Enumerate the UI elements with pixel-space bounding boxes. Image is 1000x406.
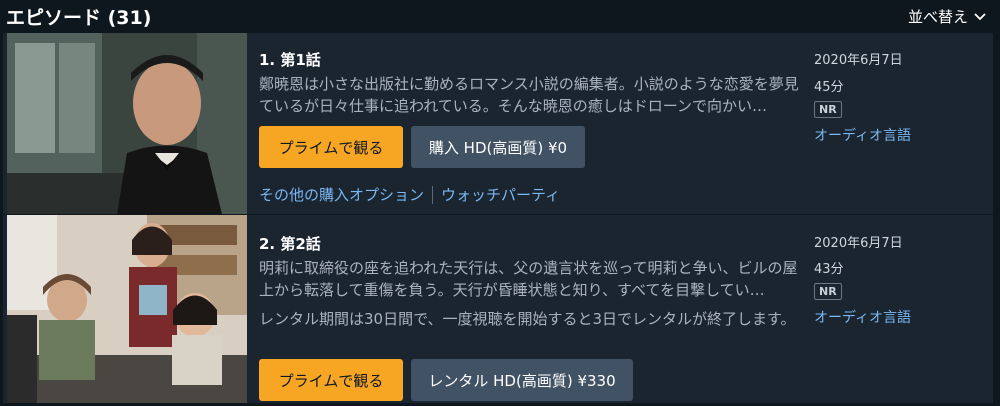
episode-thumbnail-1[interactable] xyxy=(7,33,247,214)
rent-hd-button-2[interactable]: レンタル HD(高画質) ¥330 xyxy=(411,359,633,401)
watch-party-link[interactable]: ウォッチパーティ xyxy=(441,184,560,205)
episode-thumbnail-2[interactable] xyxy=(7,215,247,403)
episode-description-1: 鄭暁恩は小さな出版社に勤めるロマンス小説の編集者。小説のような恋愛を夢見ているが… xyxy=(259,75,799,115)
release-date-2: 2020年6月7日 xyxy=(814,236,903,251)
sort-dropdown[interactable]: 並べ替え xyxy=(908,6,986,27)
buy-hd-button-1[interactable]: 購入 HD(高画質) ¥0 xyxy=(411,126,585,168)
episode-links-1: その他の購入オプション ウォッチパーティ xyxy=(259,184,560,205)
episode-title-1[interactable]: 1. 第1話 xyxy=(259,49,321,70)
release-date-1: 2020年6月7日 xyxy=(814,53,903,68)
episodes-header: エピソード (31) 並べ替え xyxy=(0,0,1000,34)
rental-note-2: レンタル期間は30日間で、一度視聴を開始すると3日でレンタルが終了します。 xyxy=(259,310,796,328)
duration-1: 45分 xyxy=(814,80,844,95)
chevron-down-icon xyxy=(974,12,986,20)
rating-badge-1: NR xyxy=(814,101,842,118)
audio-languages-link-2[interactable]: オーディオ言語 xyxy=(814,307,911,327)
other-purchase-options-link[interactable]: その他の購入オプション xyxy=(259,184,424,205)
audio-languages-link-1[interactable]: オーディオ言語 xyxy=(814,125,911,145)
duration-2: 43分 xyxy=(814,262,844,277)
episode-description-2: 明莉に取締役の座を追われた天行は、父の遺言状を巡って明莉と争い、ビルの屋上から転… xyxy=(259,259,798,299)
sort-label: 並べ替え xyxy=(907,8,968,26)
watch-with-prime-button-2[interactable]: プライムで観る xyxy=(259,359,403,401)
watch-with-prime-button-1[interactable]: プライムで観る xyxy=(259,126,403,168)
link-divider xyxy=(432,185,434,204)
episode-title-2[interactable]: 2. 第2話 xyxy=(259,233,321,254)
episodes-title: エピソード (31) xyxy=(6,7,152,29)
episode-card-2: 2. 第2話 明莉に取締役の座を追われた天行は、父の遺言状を巡って明莉と争い、ビ… xyxy=(3,215,993,403)
rating-badge-2: NR xyxy=(814,283,842,300)
episode-card-1: 1. 第1話 鄭暁恩は小さな出版社に勤めるロマンス小説の編集者。小説のような恋愛… xyxy=(3,33,993,214)
